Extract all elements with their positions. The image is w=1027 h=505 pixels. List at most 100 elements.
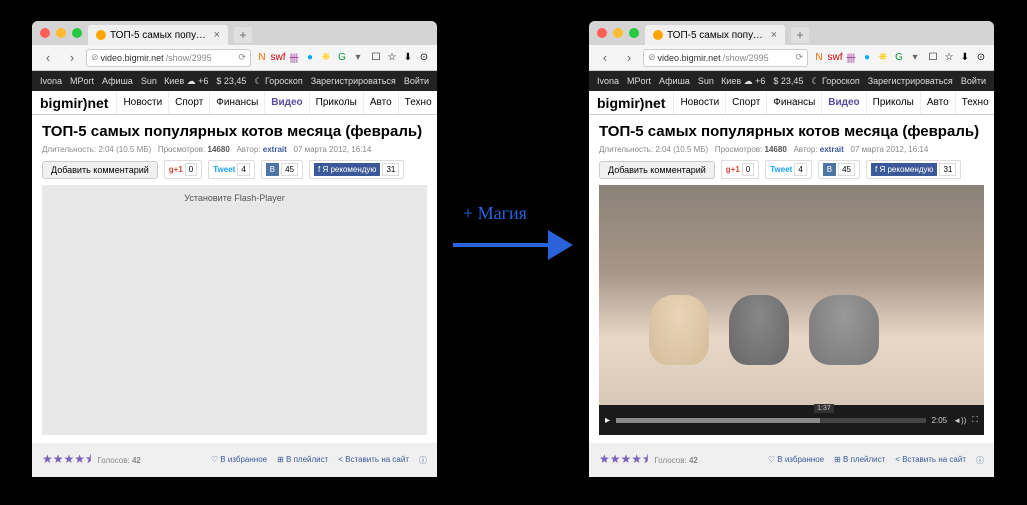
tweet-button[interactable]: Tweet4 [208, 160, 255, 179]
author-value[interactable]: extrait [820, 145, 844, 154]
nav-item[interactable]: Спорт [168, 91, 209, 114]
vk-button[interactable]: В45 [818, 160, 860, 179]
topbar-link[interactable]: ☾ Гороскоп [254, 76, 302, 87]
toolbar-icon[interactable]: ☆ [385, 51, 399, 65]
topbar-link[interactable]: Войти [404, 76, 429, 87]
extension-icon[interactable]: N [255, 51, 269, 65]
embed-button[interactable]: < Вставить на сайт [895, 455, 966, 466]
gplus-button[interactable]: g+10 [721, 160, 759, 179]
close-window-icon[interactable] [40, 28, 50, 38]
toolbar-icon[interactable]: ⊙ [417, 51, 431, 65]
close-window-icon[interactable] [597, 28, 607, 38]
rating-stars[interactable]: ★★★★⯨ [42, 450, 91, 471]
site-logo[interactable]: bigmir)net [589, 95, 673, 111]
topbar-link[interactable]: $ 23,45 [216, 76, 246, 87]
playlist-button[interactable]: ⊞ В плейлист [834, 455, 885, 466]
extension-icon[interactable]: N [812, 51, 826, 65]
back-button[interactable]: ‹ [595, 49, 615, 67]
browser-tab[interactable]: ТОП-5 самых популярн... × [88, 25, 228, 45]
favorite-button[interactable]: ♡ В избранное [211, 455, 267, 466]
forward-button[interactable]: › [619, 49, 639, 67]
topbar-link[interactable]: Ivona [40, 76, 62, 86]
extension-icon[interactable]: ● [303, 51, 317, 65]
topbar-link[interactable]: Афиша [659, 76, 690, 86]
toolbar-icon[interactable]: ⊙ [974, 51, 988, 65]
nav-item[interactable]: Приколы [309, 91, 363, 114]
topbar-link[interactable]: Sun [698, 76, 714, 86]
topbar-link[interactable]: Киев ☁ +6 [721, 76, 765, 87]
topbar-link[interactable]: Sun [141, 76, 157, 86]
extension-icon[interactable]: ❋ [876, 51, 890, 65]
toolbar-icon[interactable]: ☐ [369, 51, 383, 65]
minimize-window-icon[interactable] [56, 28, 66, 38]
topbar-link[interactable]: ☾ Гороскоп [811, 76, 859, 87]
new-tab-button[interactable]: + [791, 27, 809, 43]
forward-button[interactable]: › [62, 49, 82, 67]
extension-icon[interactable]: ▾ [351, 51, 365, 65]
nav-item[interactable]: Техно [955, 91, 995, 114]
tab-close-icon[interactable]: × [771, 29, 777, 41]
topbar-link[interactable]: Зарегистрироваться [311, 76, 396, 87]
topbar-link[interactable]: $ 23,45 [773, 76, 803, 87]
nav-item[interactable]: Спорт [725, 91, 766, 114]
extension-icon[interactable]: 卌 [844, 51, 858, 65]
extension-icon[interactable]: ❋ [319, 51, 333, 65]
author-value[interactable]: extrait [263, 145, 287, 154]
topbar-link[interactable]: MPort [627, 76, 651, 86]
back-button[interactable]: ‹ [38, 49, 58, 67]
progress-bar[interactable]: 1:37 [616, 418, 926, 423]
tweet-button[interactable]: Tweet4 [765, 160, 812, 179]
extension-icon[interactable]: G [335, 51, 349, 65]
new-tab-button[interactable]: + [234, 27, 252, 43]
nav-item[interactable]: Новости [116, 91, 168, 114]
toolbar-icon[interactable]: ⬇ [401, 51, 415, 65]
site-logo[interactable]: bigmir)net [32, 95, 116, 111]
extension-icon[interactable]: ▾ [908, 51, 922, 65]
info-icon[interactable]: ⓘ [976, 455, 984, 466]
nav-item[interactable]: Авто [920, 91, 955, 114]
topbar-link[interactable]: MPort [70, 76, 94, 86]
embed-button[interactable]: < Вставить на сайт [338, 455, 409, 466]
extension-icon[interactable]: swf [828, 51, 842, 65]
video-player[interactable]: ▸ 1:37 2:05 ◄)) ⛶ [599, 185, 984, 435]
vk-button[interactable]: В45 [261, 160, 303, 179]
minimize-window-icon[interactable] [613, 28, 623, 38]
nav-item[interactable]: Техно [398, 91, 438, 114]
nav-item[interactable]: Приколы [866, 91, 920, 114]
tab-close-icon[interactable]: × [214, 29, 220, 41]
nav-item[interactable]: Видео [821, 91, 865, 114]
browser-tab[interactable]: ТОП-5 самых популярн... × [645, 25, 785, 45]
fb-button[interactable]: f Я рекомендую31 [866, 160, 961, 179]
refresh-icon[interactable]: ⟳ [795, 52, 803, 63]
maximize-window-icon[interactable] [629, 28, 639, 38]
nav-item[interactable]: Новости [673, 91, 725, 114]
extension-icon[interactable]: ● [860, 51, 874, 65]
topbar-link[interactable]: Войти [961, 76, 986, 87]
info-icon[interactable]: ⓘ [419, 455, 427, 466]
toolbar-icon[interactable]: ☆ [942, 51, 956, 65]
fb-button[interactable]: f Я рекомендую31 [309, 160, 404, 179]
topbar-link[interactable]: Афиша [102, 76, 133, 86]
maximize-window-icon[interactable] [72, 28, 82, 38]
favorite-button[interactable]: ♡ В избранное [768, 455, 824, 466]
extension-icon[interactable]: 卌 [287, 51, 301, 65]
gplus-button[interactable]: g+10 [164, 160, 202, 179]
url-bar[interactable]: ⊘ video.bigmir.net /show/2995 ⟳ [86, 49, 251, 67]
add-comment-button[interactable]: Добавить комментарий [42, 161, 158, 179]
topbar-link[interactable]: Киев ☁ +6 [164, 76, 208, 87]
extension-icon[interactable]: swf [271, 51, 285, 65]
toolbar-icon[interactable]: ⬇ [958, 51, 972, 65]
topbar-link[interactable]: Ivona [597, 76, 619, 86]
rating-stars[interactable]: ★★★★⯨ [599, 450, 648, 471]
nav-item[interactable]: Финансы [209, 91, 264, 114]
nav-item[interactable]: Видео [264, 91, 308, 114]
volume-icon[interactable]: ◄)) [953, 416, 966, 425]
extension-icon[interactable]: G [892, 51, 906, 65]
refresh-icon[interactable]: ⟳ [238, 52, 246, 63]
playlist-button[interactable]: ⊞ В плейлист [277, 455, 328, 466]
topbar-link[interactable]: Зарегистрироваться [868, 76, 953, 87]
fullscreen-icon[interactable]: ⛶ [972, 415, 978, 425]
add-comment-button[interactable]: Добавить комментарий [599, 161, 715, 179]
toolbar-icon[interactable]: ☐ [926, 51, 940, 65]
nav-item[interactable]: Финансы [766, 91, 821, 114]
